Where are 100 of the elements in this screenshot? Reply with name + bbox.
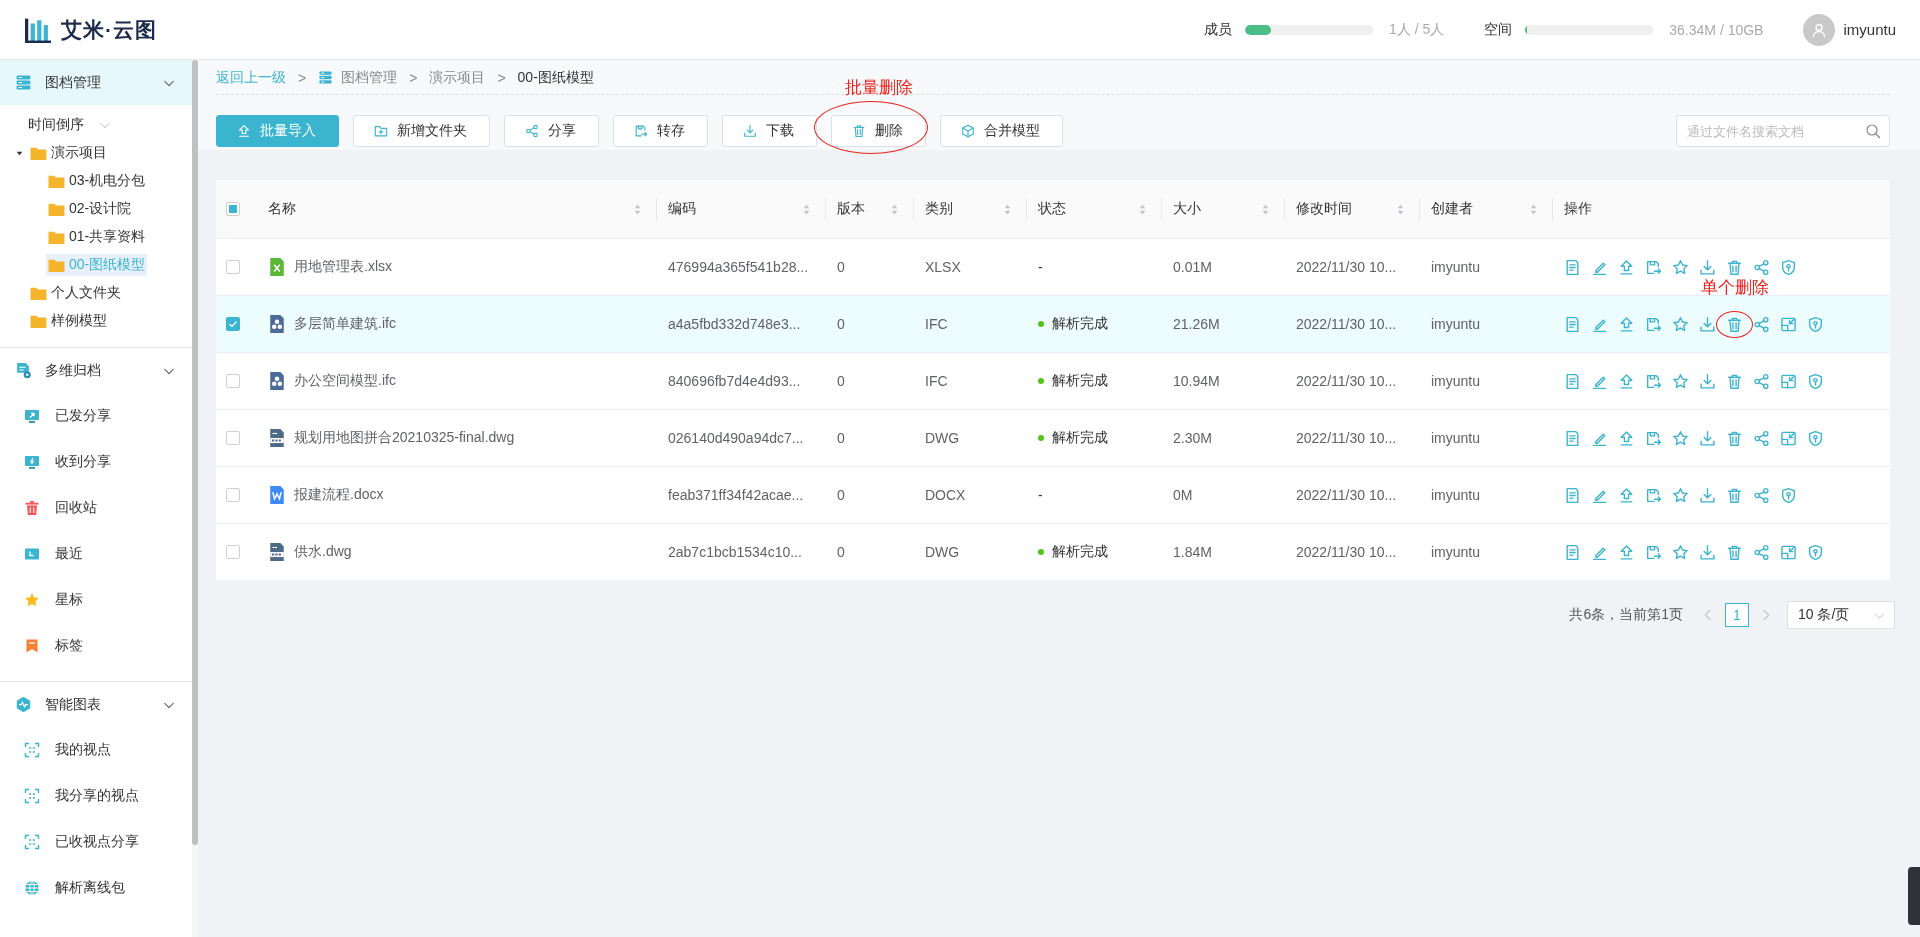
side-handle[interactable]	[1908, 867, 1920, 925]
trash-icon[interactable]	[1726, 429, 1743, 447]
download-icon[interactable]	[1699, 372, 1716, 390]
sidebar-section-header[interactable]: 图档管理	[0, 60, 192, 105]
save-as-icon[interactable]	[1645, 258, 1662, 276]
download-icon[interactable]	[1699, 429, 1716, 447]
toolbar-button[interactable]: 下载	[722, 115, 817, 147]
document-icon[interactable]	[1564, 486, 1581, 504]
folder-tree-item[interactable]: 样例模型	[28, 310, 109, 332]
row-checkbox[interactable]	[226, 260, 240, 274]
document-icon[interactable]	[1564, 429, 1581, 447]
scrollbar-thumb[interactable]	[192, 60, 198, 845]
window-arrow-icon[interactable]	[1780, 543, 1797, 561]
folder-tree-item[interactable]: 01-共享资料	[46, 226, 148, 248]
shield-icon[interactable]	[1807, 543, 1824, 561]
folder-tree-item[interactable]: 个人文件夹	[28, 282, 123, 304]
trash-icon[interactable]	[1726, 258, 1743, 276]
share-icon[interactable]	[1753, 315, 1770, 333]
document-icon[interactable]	[1564, 315, 1581, 333]
shield-icon[interactable]	[1807, 429, 1824, 447]
sidebar-item[interactable]: 解析离线包	[0, 865, 192, 911]
sidebar-item[interactable]: 星标	[0, 577, 192, 623]
toolbar-button[interactable]: 删除	[831, 115, 926, 147]
sidebar-item[interactable]: 回收站	[0, 485, 192, 531]
trash-icon[interactable]	[1726, 486, 1743, 504]
search-icon[interactable]	[1865, 123, 1881, 139]
download-icon[interactable]	[1699, 543, 1716, 561]
star-icon[interactable]	[1672, 486, 1689, 504]
save-as-icon[interactable]	[1645, 372, 1662, 390]
window-arrow-icon[interactable]	[1780, 429, 1797, 447]
star-icon[interactable]	[1672, 372, 1689, 390]
upload-icon[interactable]	[1618, 429, 1635, 447]
shield-icon[interactable]	[1807, 315, 1824, 333]
file-name-link[interactable]: 报建流程.docx	[294, 486, 384, 504]
star-icon[interactable]	[1672, 543, 1689, 561]
trash-icon[interactable]	[1726, 543, 1743, 561]
shield-icon[interactable]	[1780, 258, 1797, 276]
select-all-checkbox[interactable]	[226, 202, 240, 216]
document-icon[interactable]	[1564, 543, 1581, 561]
sidebar-item[interactable]: 已发分享	[0, 393, 192, 439]
window-arrow-icon[interactable]	[1780, 372, 1797, 390]
folder-tree-item[interactable]: 演示项目	[28, 142, 109, 164]
page-size-select[interactable]: 10 条/页	[1787, 601, 1895, 629]
document-icon[interactable]	[1564, 258, 1581, 276]
window-arrow-icon[interactable]	[1780, 315, 1797, 333]
upload-icon[interactable]	[1618, 372, 1635, 390]
toolbar-button[interactable]: 新增文件夹	[353, 115, 490, 147]
sidebar-item[interactable]: 我分享的视点	[0, 773, 192, 819]
save-as-icon[interactable]	[1645, 543, 1662, 561]
user-name[interactable]: imyuntu	[1843, 21, 1896, 38]
shield-icon[interactable]	[1807, 372, 1824, 390]
upload-icon[interactable]	[1618, 486, 1635, 504]
toolbar-button[interactable]: 合并模型	[940, 115, 1063, 147]
shield-icon[interactable]	[1780, 486, 1797, 504]
column-header[interactable]: 修改时间	[1296, 200, 1352, 218]
file-name-link[interactable]: 多层简单建筑.ifc	[294, 315, 396, 333]
save-as-icon[interactable]	[1645, 315, 1662, 333]
trash-icon[interactable]	[1726, 372, 1743, 390]
user-avatar[interactable]	[1803, 13, 1836, 46]
toolbar-button[interactable]: 转存	[613, 115, 708, 147]
sidebar-item[interactable]: 已收视点分享	[0, 819, 192, 865]
trash-icon[interactable]	[1726, 315, 1743, 333]
folder-tree-item[interactable]: 03-机电分包	[46, 170, 148, 192]
upload-icon[interactable]	[1618, 315, 1635, 333]
column-header[interactable]: 状态	[1038, 200, 1066, 218]
search-field[interactable]: 通过文件名搜索文档	[1676, 115, 1890, 147]
file-name-link[interactable]: 规划用地图拼合20210325-final.dwg	[294, 429, 515, 447]
breadcrumb-link[interactable]: 图档管理	[341, 68, 398, 87]
share-icon[interactable]	[1753, 372, 1770, 390]
star-icon[interactable]	[1672, 429, 1689, 447]
row-checkbox[interactable]	[226, 317, 240, 331]
toolbar-button[interactable]: 分享	[504, 115, 599, 147]
share-icon[interactable]	[1753, 543, 1770, 561]
sidebar-item[interactable]: 收到分享	[0, 439, 192, 485]
share-icon[interactable]	[1753, 429, 1770, 447]
column-header[interactable]: 名称	[268, 200, 296, 218]
document-icon[interactable]	[1564, 372, 1581, 390]
row-checkbox[interactable]	[226, 374, 240, 388]
breadcrumb-link[interactable]: 演示项目	[429, 68, 486, 87]
row-checkbox[interactable]	[226, 431, 240, 445]
share-icon[interactable]	[1753, 258, 1770, 276]
sidebar-item[interactable]: 标签	[0, 623, 192, 669]
file-name-link[interactable]: 用地管理表.xlsx	[294, 258, 392, 276]
upload-icon[interactable]	[1618, 543, 1635, 561]
share-icon[interactable]	[1753, 486, 1770, 504]
file-name-link[interactable]: 供水.dwg	[294, 543, 352, 561]
column-header[interactable]: 创建者	[1431, 200, 1473, 218]
column-header[interactable]: 大小	[1173, 200, 1201, 218]
column-header[interactable]: 类别	[925, 200, 953, 218]
star-icon[interactable]	[1672, 315, 1689, 333]
sidebar-section-header[interactable]: 多维归档	[0, 348, 192, 393]
sort-dropdown[interactable]: 时间倒序	[28, 112, 192, 138]
sidebar-item[interactable]: 最近	[0, 531, 192, 577]
save-as-icon[interactable]	[1645, 429, 1662, 447]
star-icon[interactable]	[1672, 258, 1689, 276]
row-checkbox[interactable]	[226, 488, 240, 502]
folder-tree-item[interactable]: 02-设计院	[46, 198, 134, 220]
download-icon[interactable]	[1699, 315, 1716, 333]
save-as-icon[interactable]	[1645, 486, 1662, 504]
column-header[interactable]: 版本	[837, 200, 865, 218]
